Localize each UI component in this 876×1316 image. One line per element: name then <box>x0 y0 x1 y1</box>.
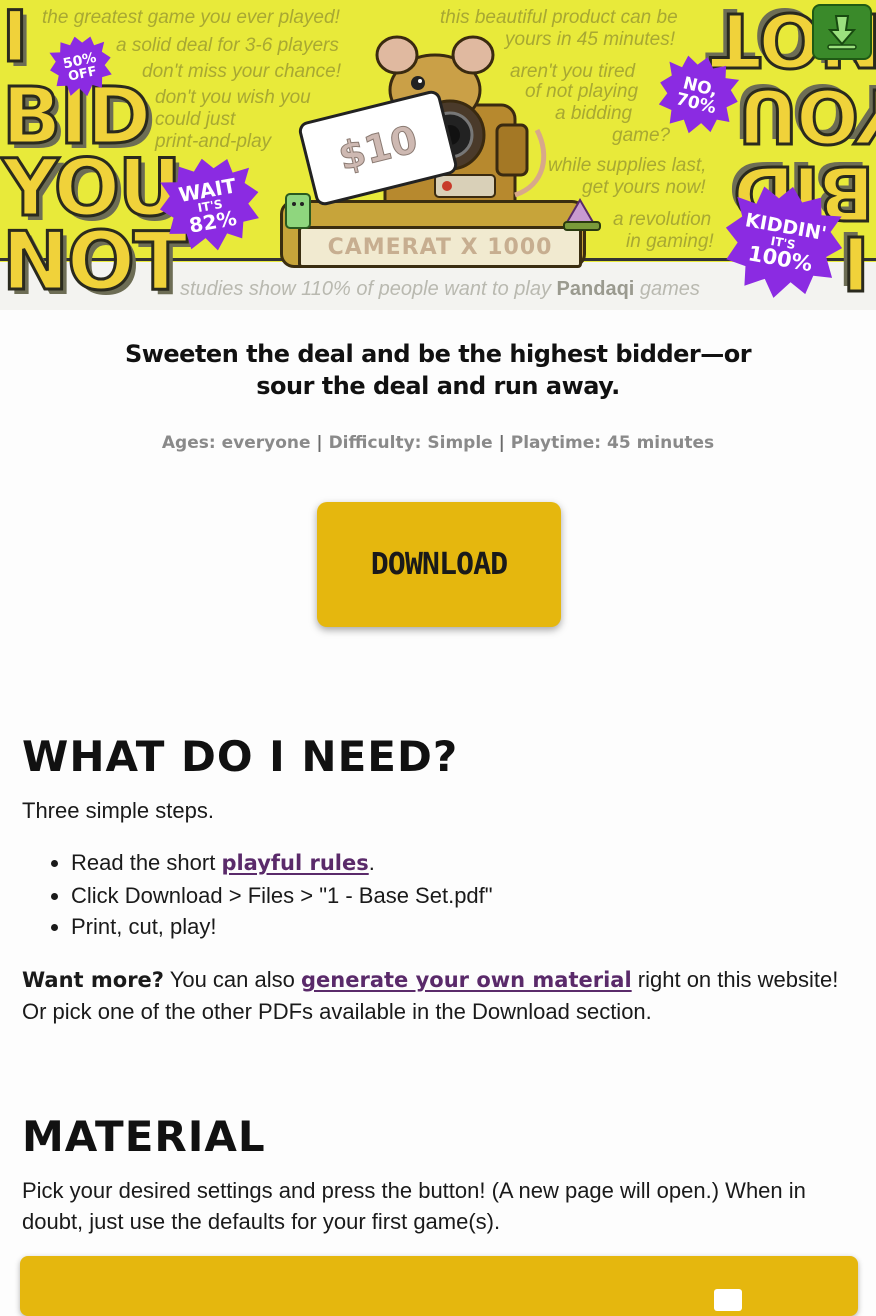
meta-separator: | <box>498 433 505 453</box>
meta-difficulty: Difficulty: Simple <box>328 433 493 453</box>
download-arrow-icon <box>827 15 857 50</box>
meta-ages: Ages: everyone <box>161 433 311 453</box>
promo-text: the greatest game you ever played! <box>42 7 340 28</box>
game-meta: Ages: everyone | Difficulty: Simple | Pl… <box>0 433 876 453</box>
material-intro: Pick your desired settings and press the… <box>22 1178 806 1234</box>
promo-text: a revolution <box>613 209 712 230</box>
list-item: Read the short playful rules. <box>71 847 493 880</box>
page-subtitle: Sweeten the deal and be the highest bidd… <box>0 338 876 402</box>
promo-text: this beautiful product can be <box>440 7 678 28</box>
playful-rules-link[interactable]: playful rules <box>221 851 368 875</box>
meta-separator: | <box>316 433 323 453</box>
tagline-text: studies show 110% of people want to play <box>180 278 557 300</box>
burst-text: 82% <box>187 205 239 238</box>
product-plaque: CAMERAT X 1000 <box>298 226 582 268</box>
figurine-icon <box>285 193 311 229</box>
list-item: Print, cut, play! <box>71 911 493 943</box>
promo-text: game? <box>612 125 671 146</box>
step-text: Read the short <box>71 850 222 875</box>
generate-material-link[interactable]: generate your own material <box>301 968 632 992</box>
subtitle-line: Sweeten the deal and be the highest bidd… <box>124 340 752 368</box>
subtitle-line: sour the deal and run away. <box>256 372 620 400</box>
promo-text: in gaming! <box>626 231 714 252</box>
title-word-i-mirrored: I <box>843 218 872 307</box>
figurine-icon <box>563 198 601 231</box>
paragraph-text: You can also <box>163 967 301 992</box>
title-word-not: NOT <box>1 215 190 308</box>
banner-tagline: studies show 110% of people want to play… <box>180 278 740 301</box>
promo-text: print-and-play <box>155 131 272 152</box>
promo-text: could just <box>155 109 236 130</box>
title-word-you-mirrored: YOU <box>739 71 876 160</box>
header-banner: I BID YOU NOT NOT YOU BID I the greatest… <box>0 0 876 310</box>
settings-checkbox[interactable] <box>714 1289 742 1311</box>
title-word-i: I <box>0 0 29 78</box>
step-text: . <box>368 850 375 875</box>
section-heading-what-do-i-need: WHAT DO I NEED? <box>22 732 459 781</box>
need-intro: Three simple steps. <box>22 798 214 823</box>
tagline-brand: Pandaqi <box>556 278 635 300</box>
meta-playtime: Playtime: 45 minutes <box>510 433 715 453</box>
steps-list: Read the short playful rules. Click Down… <box>22 847 493 943</box>
corner-download-button[interactable] <box>812 4 872 60</box>
section-heading-material: MATERIAL <box>22 1112 266 1161</box>
want-more-paragraph: Want more? You can also generate your ow… <box>22 964 857 1027</box>
list-item: Click Download > Files > "1 - Base Set.p… <box>71 880 493 912</box>
material-settings-panel <box>20 1256 858 1316</box>
tagline-text: games <box>634 278 700 300</box>
want-more-label: Want more? <box>22 968 164 992</box>
download-button[interactable]: DOWNLOAD <box>317 502 561 627</box>
burst-text: 100% <box>746 240 815 276</box>
